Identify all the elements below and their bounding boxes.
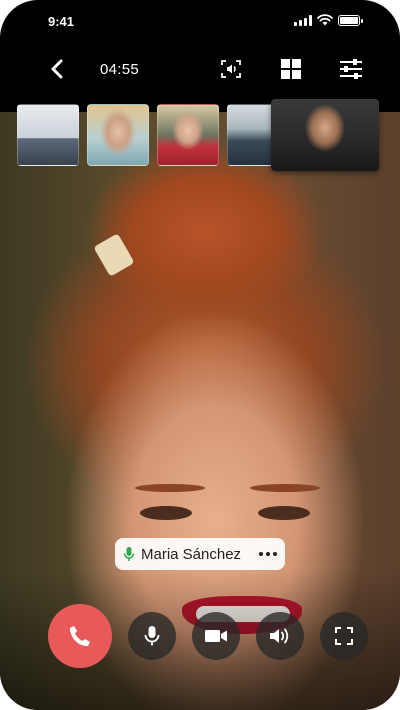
back-arrow-icon: [51, 59, 63, 79]
participant-strip: [0, 99, 400, 172]
layout-grid-button[interactable]: [276, 54, 306, 84]
more-horizontal-icon: [259, 552, 263, 556]
video-toggle-button[interactable]: [192, 612, 240, 660]
video-detail: [140, 506, 192, 520]
microphone-icon: [144, 626, 160, 646]
screen-share-audio-icon: [221, 60, 241, 78]
signal-icon: [294, 14, 312, 26]
fullscreen-icon: [335, 627, 353, 645]
more-horizontal-icon: [266, 552, 270, 556]
status-icons: [294, 14, 363, 26]
back-button[interactable]: [42, 54, 72, 84]
speaker-button[interactable]: [256, 612, 304, 660]
call-timer: 04:55: [100, 61, 140, 78]
video-call-screen: 9:41 04:55 Maria Sánchez: [0, 0, 400, 710]
battery-icon: [338, 14, 363, 26]
video-detail: [135, 484, 205, 492]
speaker-name-tag: Maria Sánchez: [115, 538, 285, 570]
video-detail: [258, 506, 310, 520]
call-top-bar: 04:55: [0, 44, 400, 94]
more-horizontal-icon: [273, 552, 277, 556]
settings-sliders-icon: [340, 59, 362, 79]
status-time: 9:41: [48, 14, 75, 29]
video-detail: [93, 233, 135, 277]
mic-icon: [123, 547, 135, 561]
participant-thumbnail[interactable]: [157, 104, 219, 166]
more-options-button[interactable]: [259, 552, 277, 556]
fullscreen-button[interactable]: [320, 612, 368, 660]
status-bar: 9:41: [0, 0, 400, 44]
end-call-icon: [69, 626, 90, 647]
grid-layout-icon: [281, 59, 301, 79]
participant-thumbnail-active[interactable]: [271, 99, 379, 171]
participant-thumbnail[interactable]: [87, 104, 149, 166]
end-call-button[interactable]: [48, 604, 112, 668]
video-camera-icon: [205, 630, 227, 642]
wifi-icon: [317, 14, 333, 26]
call-controls: [0, 604, 400, 668]
screen-audio-button[interactable]: [216, 54, 246, 84]
participant-thumbnail[interactable]: [17, 104, 79, 166]
settings-button[interactable]: [336, 54, 366, 84]
speaker-name: Maria Sánchez: [141, 545, 242, 563]
speaker-volume-icon: [270, 628, 289, 644]
video-detail: [250, 484, 320, 492]
microphone-button[interactable]: [128, 612, 176, 660]
